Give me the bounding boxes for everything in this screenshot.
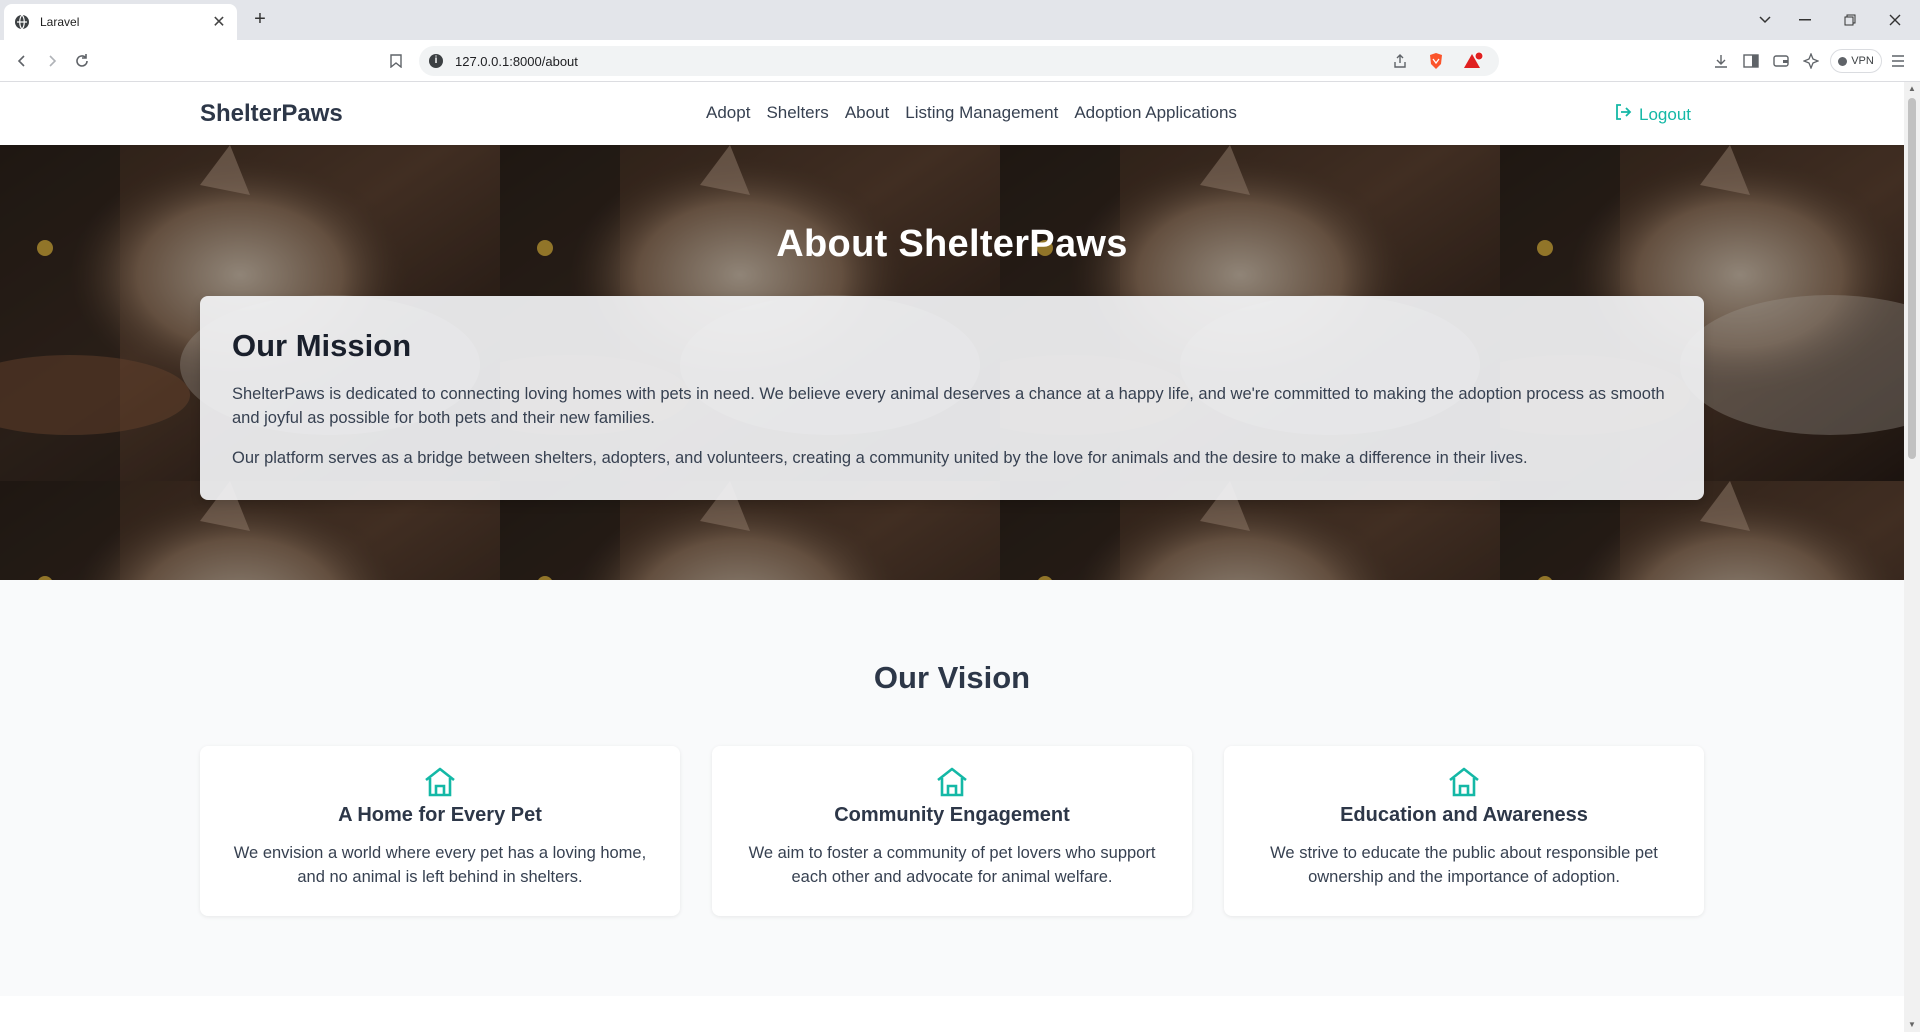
nav-link-shelters[interactable]: Shelters bbox=[766, 103, 828, 123]
share-icon[interactable] bbox=[1389, 50, 1411, 72]
page-title: About ShelterPaws bbox=[776, 223, 1128, 265]
site-navbar: ShelterPaws Adopt Shelters About Listing… bbox=[0, 82, 1904, 145]
vpn-button[interactable]: VPN bbox=[1830, 49, 1882, 73]
url-text[interactable]: 127.0.0.1:8000/about bbox=[455, 54, 1499, 69]
scrollbar-thumb[interactable] bbox=[1908, 98, 1916, 459]
close-window-icon[interactable] bbox=[1880, 8, 1910, 32]
site-brand[interactable]: ShelterPaws bbox=[200, 100, 343, 128]
globe-icon bbox=[14, 14, 30, 30]
minimize-icon[interactable] bbox=[1790, 8, 1820, 32]
nav-link-adopt[interactable]: Adopt bbox=[706, 103, 750, 123]
menu-icon[interactable] bbox=[1886, 49, 1910, 73]
bookmark-icon[interactable] bbox=[384, 49, 408, 73]
vpn-label: VPN bbox=[1851, 55, 1874, 67]
vision-card-title: Community Engagement bbox=[834, 804, 1070, 826]
scroll-down-icon[interactable]: ▼ bbox=[1904, 1018, 1920, 1032]
vision-heading: Our Vision bbox=[873, 660, 1031, 695]
nav-link-adoption-applications[interactable]: Adoption Applications bbox=[1074, 103, 1237, 123]
new-tab-button[interactable]: + bbox=[248, 8, 272, 32]
sidebar-icon[interactable] bbox=[1739, 49, 1763, 73]
leo-ai-icon[interactable] bbox=[1799, 49, 1823, 73]
next-section bbox=[0, 996, 1904, 1032]
vision-card: Community Engagement We aim to foster a … bbox=[712, 746, 1192, 916]
nav-link-about[interactable]: About bbox=[845, 103, 889, 123]
vision-card-text: We strive to educate the public about re… bbox=[1270, 844, 1658, 886]
browser-tab-strip: Laravel ✕ + bbox=[0, 0, 1920, 40]
browser-tab[interactable]: Laravel ✕ bbox=[4, 4, 237, 40]
vision-card: A Home for Every Pet We envision a world… bbox=[200, 746, 680, 916]
vision-card-title: A Home for Every Pet bbox=[338, 804, 542, 826]
reload-icon[interactable] bbox=[70, 49, 94, 73]
browser-toolbar: i 127.0.0.1:8000/about VPN bbox=[0, 40, 1920, 82]
tab-title: Laravel bbox=[40, 15, 80, 29]
vision-card-text: We envision a world where every pet has … bbox=[233, 844, 647, 886]
vision-card-title: Education and Awareness bbox=[1340, 804, 1588, 826]
restore-icon[interactable] bbox=[1835, 8, 1865, 32]
mission-card: Our Mission ShelterPaws is dedicated to … bbox=[200, 296, 1704, 500]
logout-icon bbox=[1613, 102, 1633, 127]
home-icon bbox=[1447, 766, 1481, 798]
site-info-icon[interactable]: i bbox=[429, 54, 443, 68]
nav-links: Adopt Shelters About Listing Management … bbox=[706, 103, 1237, 123]
page-scrollbar[interactable]: ▲ ▼ bbox=[1904, 82, 1920, 1032]
download-icon[interactable] bbox=[1709, 49, 1733, 73]
forward-icon[interactable] bbox=[40, 49, 64, 73]
home-icon bbox=[423, 766, 457, 798]
nav-link-listing-management[interactable]: Listing Management bbox=[905, 103, 1058, 123]
mission-paragraph: Our platform serves as a bridge between … bbox=[232, 449, 1528, 467]
address-bar[interactable]: i 127.0.0.1:8000/about bbox=[419, 46, 1499, 76]
scroll-up-icon[interactable]: ▲ bbox=[1904, 82, 1920, 96]
vpn-status-icon bbox=[1838, 56, 1848, 66]
wallet-icon[interactable] bbox=[1769, 49, 1793, 73]
vision-card-text: We aim to foster a community of pet love… bbox=[748, 844, 1156, 886]
about-hero: About ShelterPaws Our Mission ShelterPaw… bbox=[0, 145, 1904, 580]
brave-shield-icon[interactable] bbox=[1425, 50, 1447, 72]
brave-rewards-icon[interactable] bbox=[1463, 50, 1485, 72]
logout-button[interactable]: Logout bbox=[1613, 102, 1691, 127]
home-icon bbox=[935, 766, 969, 798]
vision-card: Education and Awareness We strive to edu… bbox=[1224, 746, 1704, 916]
tab-search-icon[interactable] bbox=[1750, 8, 1780, 32]
page-viewport: ShelterPaws Adopt Shelters About Listing… bbox=[0, 82, 1904, 1032]
mission-heading: Our Mission bbox=[232, 328, 412, 363]
logout-label: Logout bbox=[1639, 104, 1691, 124]
back-icon[interactable] bbox=[10, 49, 34, 73]
tab-close-icon[interactable]: ✕ bbox=[211, 12, 227, 32]
mission-paragraph: ShelterPaws is dedicated to connecting l… bbox=[232, 385, 1665, 427]
